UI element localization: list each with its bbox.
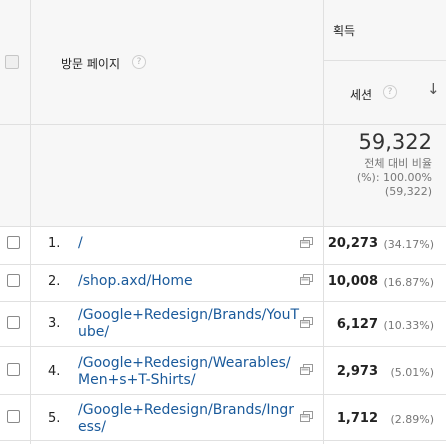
row-number: 5. [48, 411, 61, 426]
row-divider [323, 60, 446, 61]
select-all-checkbox[interactable] [5, 55, 19, 69]
sessions-value: 2,973 [336, 364, 378, 379]
column-divider [30, 0, 31, 444]
sessions-column-header[interactable]: 세션 [350, 86, 372, 103]
open-external-icon[interactable] [300, 411, 313, 422]
landing-page-link[interactable]: /shop.axd/Home [78, 273, 300, 290]
row-checkbox[interactable] [7, 274, 20, 287]
row-checkbox[interactable] [7, 363, 20, 376]
sessions-value: 6,127 [336, 317, 378, 332]
open-external-icon[interactable] [300, 274, 313, 285]
total-sessions-value: 59,322 [358, 130, 432, 154]
sort-descending-icon[interactable]: ↓ [427, 80, 440, 98]
landing-page-column-header[interactable]: 방문 페이지 [61, 55, 120, 72]
row-checkbox[interactable] [7, 410, 20, 423]
sessions-percentage: (5.01%) [390, 366, 434, 379]
sessions-value: 10,008 [327, 274, 378, 289]
total-pct-line: (59,322) [384, 185, 432, 198]
row-checkbox[interactable] [7, 316, 20, 329]
row-divider [0, 264, 446, 265]
row-divider [0, 440, 446, 441]
total-pct-line: 전체 대비 비율 [364, 157, 432, 170]
sessions-value: 1,712 [336, 411, 378, 426]
row-number: 2. [48, 274, 61, 289]
row-divider [0, 346, 446, 347]
column-divider [323, 0, 324, 444]
row-number: 3. [48, 316, 61, 331]
help-icon[interactable]: ? [132, 55, 146, 69]
open-external-icon[interactable] [300, 317, 313, 328]
row-divider [0, 226, 446, 227]
help-icon[interactable]: ? [383, 85, 397, 99]
row-divider [0, 394, 446, 395]
open-external-icon[interactable] [300, 364, 313, 375]
total-pct-line: (%): 100.00% [356, 171, 432, 184]
row-divider [0, 124, 446, 125]
row-number: 4. [48, 364, 61, 379]
landing-page-link[interactable]: /Google+Redesign/Brands/YouTube/ [78, 307, 300, 341]
sessions-value: 20,273 [327, 236, 378, 251]
acquisition-group-label: 획득 [333, 24, 356, 38]
sessions-percentage: (2.89%) [390, 413, 434, 426]
landing-page-link[interactable]: / [78, 235, 300, 252]
sessions-percentage: (10.33%) [383, 319, 434, 332]
row-number: 1. [48, 236, 61, 251]
open-external-icon[interactable] [300, 237, 313, 248]
sessions-percentage: (16.87%) [383, 276, 434, 289]
total-percentage: 전체 대비 비율 (%): 100.00% (59,322) [357, 157, 432, 199]
landing-page-link[interactable]: /Google+Redesign/Wearables/Men+s+T-Shirt… [78, 355, 300, 389]
row-checkbox[interactable] [7, 236, 20, 249]
landing-page-link[interactable]: /Google+Redesign/Brands/Ingress/ [78, 402, 300, 436]
row-divider [0, 301, 446, 302]
sessions-percentage: (34.17%) [383, 238, 434, 251]
